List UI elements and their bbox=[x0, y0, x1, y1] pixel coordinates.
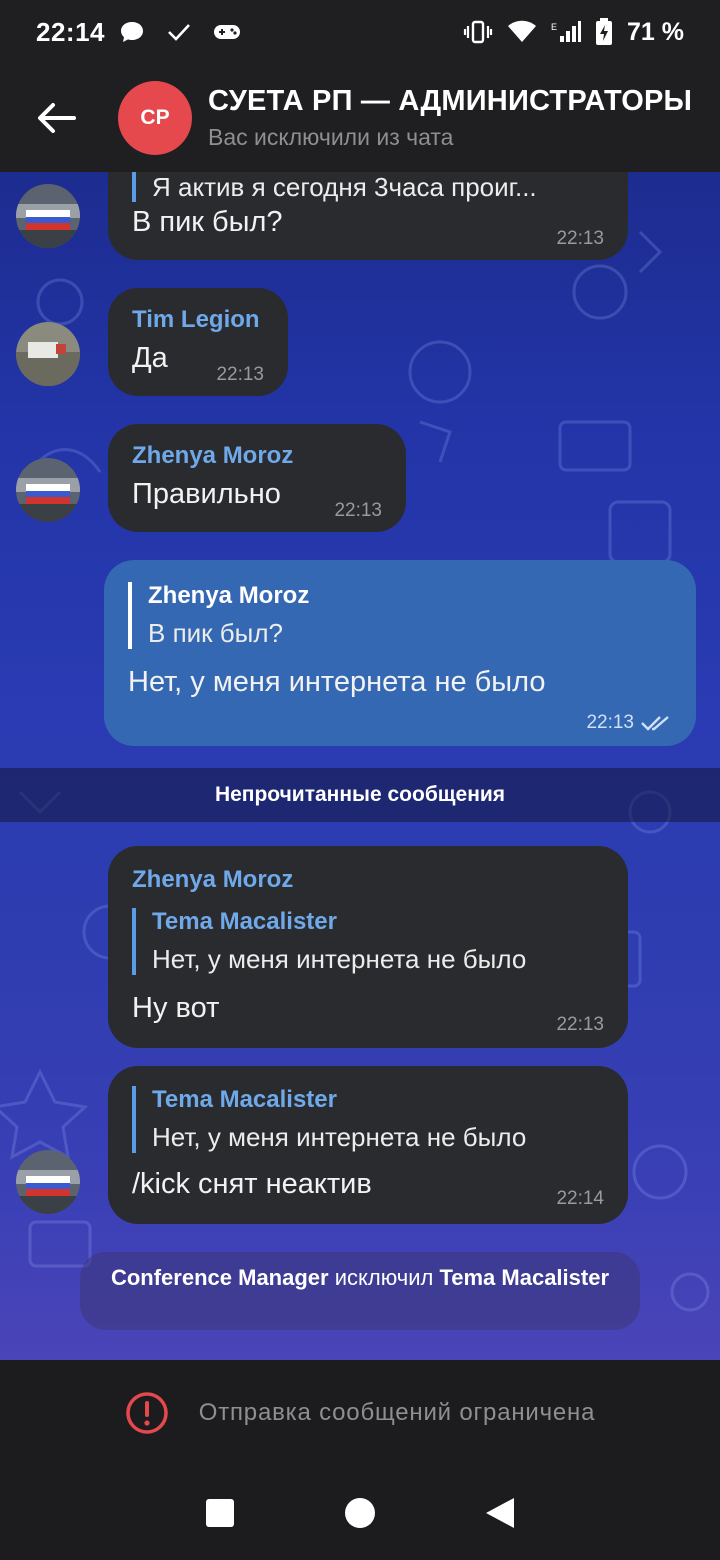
status-time: 22:14 bbox=[36, 16, 105, 47]
message-bubble[interactable]: Я актив я сегодня 3часа проиг... В пик б… bbox=[108, 172, 628, 260]
message-time: 22:14 bbox=[556, 1188, 604, 1209]
avatar[interactable] bbox=[16, 1150, 80, 1214]
service-message: Conference Manager исключил Tema Macalis… bbox=[80, 1252, 640, 1330]
restricted-text: Отправка сообщений ограничена bbox=[198, 1399, 596, 1426]
group-avatar[interactable]: СР bbox=[118, 81, 192, 155]
battery-percent: 71 % bbox=[627, 17, 684, 46]
reply-preview[interactable]: Я актив я сегодня 3часа проиг... bbox=[132, 172, 602, 202]
sender-name[interactable]: Zhenya Moroz bbox=[132, 442, 293, 470]
message-text: Правильно bbox=[132, 478, 281, 510]
profile-photo bbox=[16, 184, 80, 248]
arrow-left-icon bbox=[38, 103, 76, 133]
message-time: 22:13 bbox=[334, 500, 382, 521]
sender-name[interactable]: Zhenya Moroz bbox=[132, 866, 293, 894]
message-time: 22:13 bbox=[556, 228, 604, 249]
message-text: В пик был? bbox=[132, 206, 283, 238]
profile-photo bbox=[16, 1150, 80, 1214]
message-time: 22:13 bbox=[586, 712, 634, 733]
read-checks-icon bbox=[641, 716, 669, 731]
avatar[interactable] bbox=[16, 458, 80, 522]
triangle-left-icon bbox=[486, 1498, 514, 1528]
chat-title-block[interactable]: СУЕТА РП — АДМИНИСТРАТОРЫ Вас исключили … bbox=[208, 85, 692, 151]
profile-photo bbox=[16, 322, 80, 386]
square-icon bbox=[206, 1499, 234, 1527]
message-bubble[interactable]: Zhenya Moroz Правильно 22:13 bbox=[108, 424, 406, 532]
reply-preview[interactable]: Zhenya Moroz В пик был? bbox=[128, 582, 309, 649]
message-text: /kick снят неактив bbox=[132, 1168, 372, 1200]
message-text: Ну вот bbox=[132, 992, 220, 1024]
unread-divider: Непрочитанные сообщения bbox=[0, 768, 720, 822]
message-bubble[interactable]: Tema Macalister Нет, у меня интернета не… bbox=[108, 1066, 628, 1224]
avatar[interactable] bbox=[16, 322, 80, 386]
reply-preview[interactable]: Tema Macalister Нет, у меня интернета не… bbox=[132, 1086, 526, 1153]
sender-name[interactable]: Tim Legion bbox=[132, 306, 260, 334]
recents-button[interactable] bbox=[190, 1483, 250, 1543]
warning-icon bbox=[125, 1392, 168, 1434]
message-text: Нет, у меня интернета не было bbox=[128, 666, 546, 698]
reply-text: Я актив я сегодня 3часа проиг... bbox=[152, 172, 537, 202]
reply-text: В пик был? bbox=[148, 618, 283, 648]
service-actor[interactable]: Conference Manager bbox=[111, 1265, 329, 1290]
check-icon bbox=[168, 24, 190, 41]
avatar[interactable] bbox=[16, 184, 80, 248]
reply-text: Нет, у меня интернета не было bbox=[152, 1122, 527, 1152]
chat-subtitle: Вас исключили из чата bbox=[208, 124, 454, 150]
battery-icon bbox=[596, 18, 613, 45]
svg-text:E: E bbox=[551, 22, 557, 32]
reply-sender: Tema Macalister bbox=[152, 1086, 337, 1113]
input-restricted-bar: Отправка сообщений ограничена bbox=[0, 1360, 720, 1466]
gamepad-icon bbox=[214, 25, 240, 39]
outgoing-message-bubble[interactable]: Zhenya Moroz В пик был? Нет, у меня инте… bbox=[104, 560, 696, 746]
chat-bubble-icon bbox=[121, 22, 143, 42]
reply-preview[interactable]: Tema Macalister Нет, у меня интернета не… bbox=[132, 908, 526, 975]
back-button[interactable] bbox=[20, 82, 92, 154]
vibrate-icon bbox=[463, 20, 493, 44]
service-action: исключил bbox=[334, 1265, 434, 1290]
profile-photo bbox=[16, 458, 80, 522]
wifi-icon bbox=[508, 20, 537, 42]
message-bubble[interactable]: Tim Legion Да 22:13 bbox=[108, 288, 288, 396]
signal-icon: E bbox=[551, 21, 582, 42]
system-back-button[interactable] bbox=[470, 1483, 530, 1543]
message-time: 22:13 bbox=[556, 1014, 604, 1035]
circle-icon bbox=[345, 1498, 375, 1528]
message-bubble[interactable]: Zhenya Moroz Tema Macalister Нет, у меня… bbox=[108, 846, 628, 1048]
message-text: Да bbox=[132, 342, 168, 374]
chat-header: СР СУЕТА РП — АДМИНИСТРАТОРЫ Вас исключи… bbox=[0, 64, 720, 172]
system-nav-bar bbox=[0, 1466, 720, 1560]
home-button[interactable] bbox=[330, 1483, 390, 1543]
chat-title: СУЕТА РП — АДМИНИСТРАТОРЫ bbox=[208, 85, 693, 117]
service-target[interactable]: Tema Macalister bbox=[439, 1265, 609, 1290]
reply-text: Нет, у меня интернета не было bbox=[152, 944, 527, 974]
reply-sender: Tema Macalister bbox=[152, 908, 337, 935]
message-time: 22:13 bbox=[216, 364, 264, 385]
status-bar: 22:14 E 71 % bbox=[0, 0, 720, 64]
message-list[interactable]: Я актив я сегодня 3часа проиг... В пик б… bbox=[0, 172, 720, 1360]
reply-sender: Zhenya Moroz bbox=[148, 582, 310, 609]
